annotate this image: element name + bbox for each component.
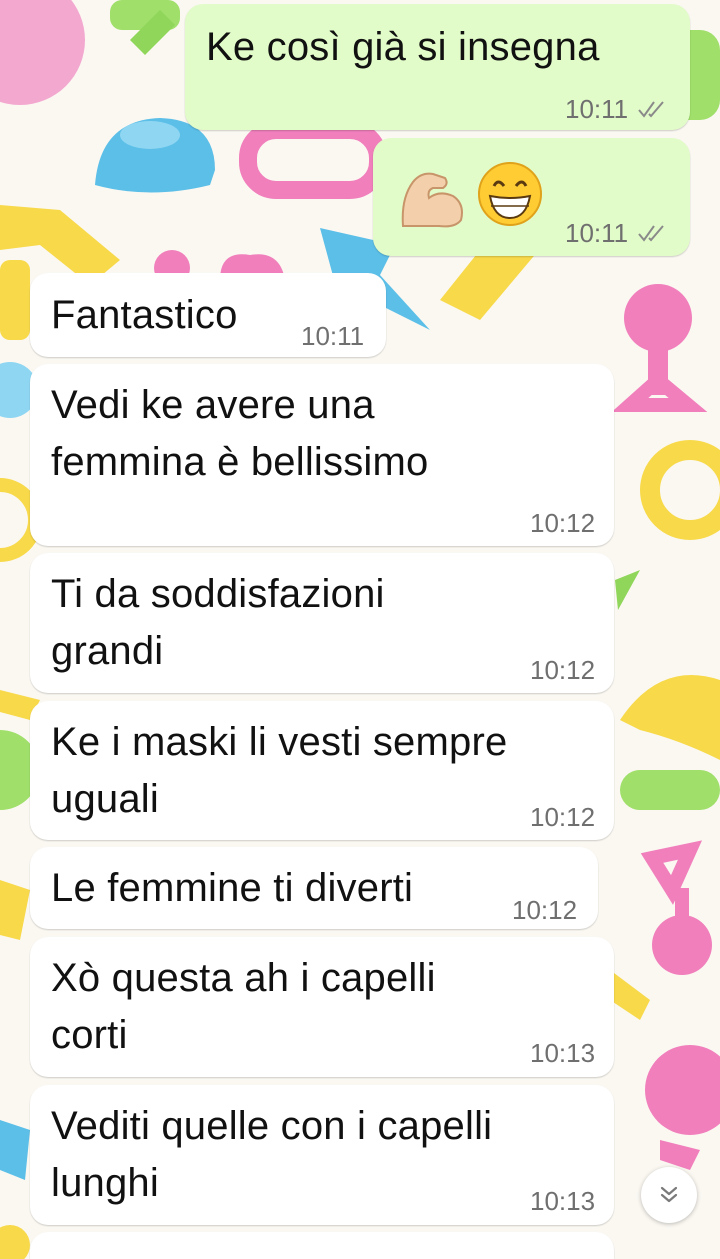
message-time: 10:11 xyxy=(301,321,365,351)
message-text: Ti da soddisfazioni grandi xyxy=(51,572,385,673)
double-chevron-down-icon xyxy=(660,1186,678,1203)
scroll-to-bottom-button[interactable] xyxy=(641,1167,697,1223)
message-bubble-incoming[interactable]: Vedi ke avere una femmina è bellissimo 1… xyxy=(30,364,614,546)
message-time: 10:12 xyxy=(530,655,596,685)
flexed-biceps-emoji xyxy=(401,172,463,228)
read-ticks-icon xyxy=(638,225,664,242)
message-text: Le femmine ti diverti xyxy=(51,866,414,910)
grinning-face-emoji xyxy=(478,162,542,226)
message-bubble-incoming-partial[interactable] xyxy=(30,1232,614,1259)
message-text: Vediti quelle con i capelli lunghi xyxy=(51,1104,493,1205)
message-time: 10:11 xyxy=(565,218,629,248)
message-bubble-incoming[interactable]: Ti da soddisfazioni grandi 10:12 xyxy=(30,553,614,693)
message-time: 10:13 xyxy=(530,1186,596,1216)
message-bubble-outgoing[interactable]: 10:11 xyxy=(373,138,690,256)
message-time: 10:12 xyxy=(530,508,596,538)
message-text: Xò questa ah i capelli corti xyxy=(51,956,436,1057)
message-text: Ke i maski li vesti sempre uguali xyxy=(51,720,508,821)
message-bubble-incoming[interactable]: Xò questa ah i capelli corti 10:13 xyxy=(30,937,614,1077)
message-bubble-incoming[interactable]: Fantastico 10:11 xyxy=(30,273,386,357)
message-bubble-incoming[interactable]: Ke i maski li vesti sempre uguali 10:12 xyxy=(30,701,614,840)
message-time: 10:12 xyxy=(530,802,596,832)
message-bubble-incoming[interactable]: Le femmine ti diverti 10:12 xyxy=(30,847,598,929)
message-time: 10:12 xyxy=(512,895,578,925)
message-time: 10:13 xyxy=(530,1038,596,1068)
message-time: 10:11 xyxy=(565,94,629,124)
message-bubble-incoming[interactable]: Vediti quelle con i capelli lunghi 10:13 xyxy=(30,1085,614,1225)
message-text: Ke così già si insegna xyxy=(206,25,600,69)
message-text: Vedi ke avere una femmina è bellissimo xyxy=(51,383,429,484)
message-text: Fantastico xyxy=(51,293,238,337)
message-bubble-outgoing[interactable]: Ke così già si insegna 10:11 xyxy=(185,4,690,130)
read-ticks-icon xyxy=(638,101,664,118)
